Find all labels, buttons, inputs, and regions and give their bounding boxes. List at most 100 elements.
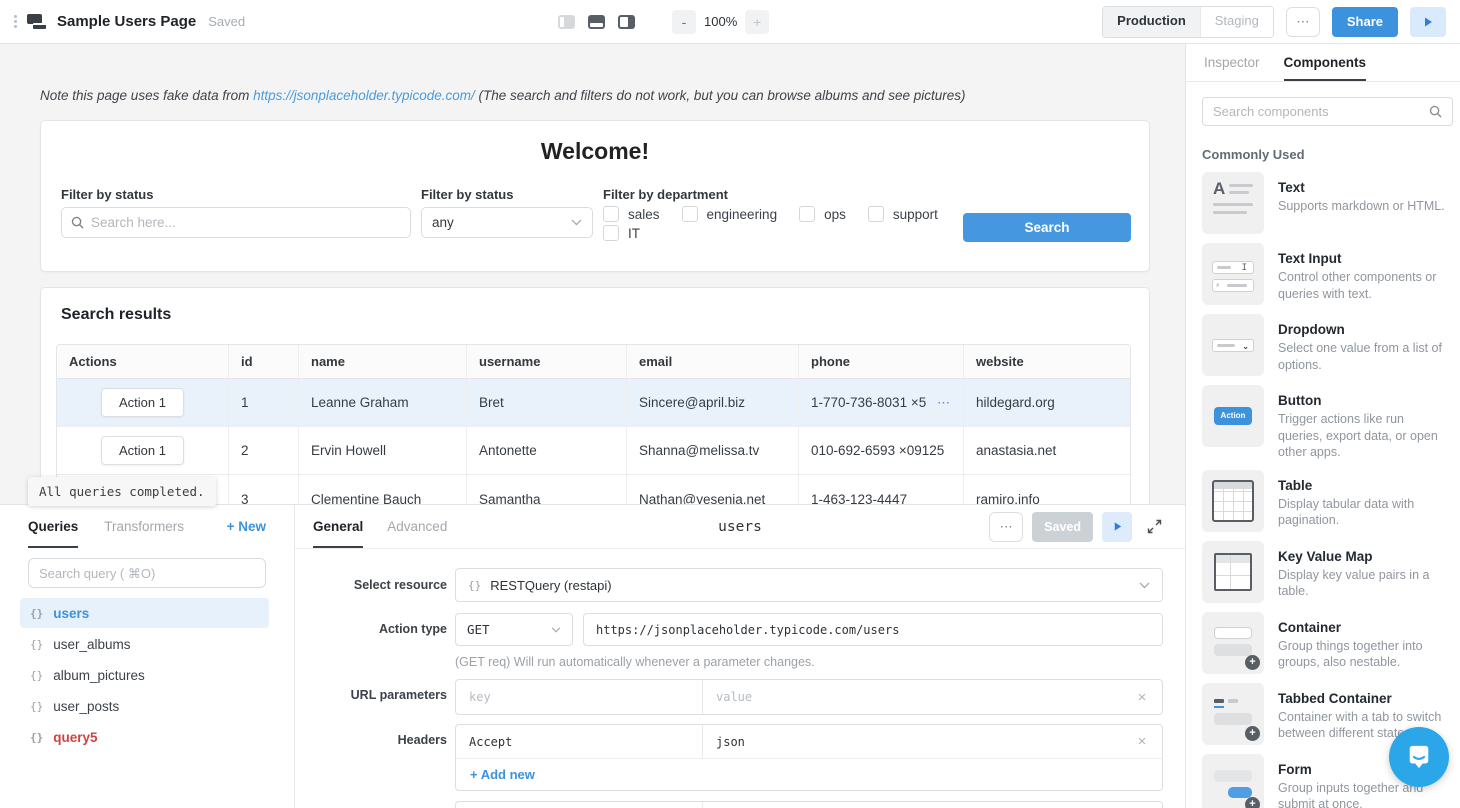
- query-item-query5[interactable]: {}query5: [20, 722, 269, 752]
- checkbox-it[interactable]: IT: [603, 225, 943, 241]
- col-name[interactable]: name: [299, 345, 467, 379]
- name-cell: Leanne Graham: [299, 379, 467, 427]
- action-1-button[interactable]: Action 1: [101, 436, 184, 465]
- header-value-input[interactable]: [703, 725, 1122, 758]
- text-input-component-icon: I ⌕: [1202, 243, 1264, 305]
- braces-icon: {}: [30, 638, 43, 651]
- env-staging-button[interactable]: Staging: [1200, 7, 1273, 37]
- run-query-button[interactable]: [1102, 512, 1132, 542]
- col-website[interactable]: website: [964, 345, 1131, 379]
- tab-components[interactable]: Components: [1284, 44, 1367, 81]
- checkbox-sales[interactable]: sales: [603, 206, 660, 222]
- query-search-input[interactable]: [28, 558, 266, 588]
- tab-advanced[interactable]: Advanced: [387, 505, 447, 548]
- component-key-value-map[interactable]: Key Value MapDisplay key value pairs in …: [1202, 541, 1450, 603]
- environment-switcher: Production Staging: [1102, 6, 1274, 38]
- drag-handle-icon[interactable]: [14, 15, 17, 28]
- chevron-down-icon: [571, 219, 582, 226]
- component-button[interactable]: Action ButtonTrigger actions like run qu…: [1202, 385, 1450, 461]
- header-key-input[interactable]: [456, 725, 703, 758]
- filter-search-input[interactable]: [61, 207, 411, 238]
- plus-badge-icon: +: [1245, 797, 1260, 808]
- component-dropdown[interactable]: ⌄ DropdownSelect one value from a list o…: [1202, 314, 1450, 376]
- component-text[interactable]: A TextSupports markdown or HTML.: [1202, 172, 1450, 234]
- website-cell: hildegard.org: [964, 379, 1131, 427]
- new-query-button[interactable]: + New: [227, 519, 266, 534]
- partial-value-input[interactable]: [703, 802, 1122, 808]
- chat-launcher-button[interactable]: [1389, 727, 1449, 787]
- query-list: {}users {}user_albums {}album_pictures {…: [20, 598, 269, 753]
- tab-general[interactable]: General: [313, 505, 363, 548]
- search-here-field[interactable]: [91, 215, 401, 230]
- query-more-button[interactable]: ⋯: [989, 512, 1023, 542]
- query-name: album_pictures: [53, 668, 145, 683]
- note-link[interactable]: https://jsonplaceholder.typicode.com/: [253, 88, 475, 103]
- status-dropdown[interactable]: any: [421, 207, 593, 238]
- checkbox-engineering[interactable]: engineering: [682, 206, 778, 222]
- search-button[interactable]: Search: [963, 213, 1131, 242]
- query-item-user-albums[interactable]: {}user_albums: [20, 629, 269, 659]
- env-production-button[interactable]: Production: [1103, 7, 1200, 37]
- partial-key-input[interactable]: [456, 802, 703, 808]
- more-options-button[interactable]: ⋯: [1286, 7, 1320, 37]
- request-url-input[interactable]: [583, 613, 1163, 646]
- component-description: Display key value pairs in a table.: [1278, 567, 1450, 600]
- query-editor: General Advanced users ⋯ Saved Select re…: [295, 505, 1185, 808]
- component-description: Select one value from a list of options.: [1278, 340, 1450, 373]
- component-search-field[interactable]: [1213, 104, 1421, 119]
- tab-inspector[interactable]: Inspector: [1204, 44, 1260, 81]
- action-type-dropdown[interactable]: GET: [455, 613, 573, 646]
- key-value-map-component-icon: [1202, 541, 1264, 603]
- email-cell: Sincere@april.biz: [627, 379, 799, 427]
- share-button[interactable]: Share: [1332, 7, 1398, 37]
- id-cell: 1: [229, 379, 299, 427]
- zoom-in-button[interactable]: +: [745, 10, 769, 34]
- table-row[interactable]: Action 1 1 Leanne Graham Bret Sincere@ap…: [57, 379, 1130, 427]
- tab-transformers[interactable]: Transformers: [104, 505, 184, 548]
- component-name: Tabbed Container: [1278, 691, 1450, 706]
- query-saved-button[interactable]: Saved: [1032, 512, 1093, 542]
- tab-queries[interactable]: Queries: [28, 505, 78, 548]
- checkbox-ops[interactable]: ops: [799, 206, 846, 222]
- button-component-icon: Action: [1202, 385, 1264, 447]
- param-value-input[interactable]: [703, 680, 1122, 714]
- play-icon: [1112, 521, 1123, 532]
- resource-dropdown[interactable]: {} RESTQuery (restapi): [455, 568, 1163, 602]
- query-editor-panel: Queries Transformers + New {}users {}use…: [0, 505, 1185, 808]
- col-actions[interactable]: Actions: [57, 345, 229, 379]
- id-cell: 2: [229, 427, 299, 475]
- bottom-panel-toggle-icon[interactable]: [588, 15, 605, 29]
- checkbox-support[interactable]: support: [868, 206, 938, 222]
- col-id[interactable]: id: [229, 345, 299, 379]
- query-search-field[interactable]: [39, 566, 255, 581]
- app-root: Sample Users Page Saved - 100% + Product…: [0, 0, 1460, 808]
- remove-param-button[interactable]: ×: [1122, 680, 1162, 714]
- add-new-header-button[interactable]: + Add new: [470, 767, 535, 782]
- query-item-users[interactable]: {}users: [20, 598, 269, 628]
- query-item-user-posts[interactable]: {}user_posts: [20, 691, 269, 721]
- col-email[interactable]: email: [627, 345, 799, 379]
- preview-play-button[interactable]: [1410, 7, 1446, 37]
- component-table[interactable]: TableDisplay tabular data with paginatio…: [1202, 470, 1450, 532]
- headers-editor: × + Add new: [455, 724, 1163, 791]
- component-search-input[interactable]: [1202, 97, 1453, 126]
- query-item-album-pictures[interactable]: {}album_pictures: [20, 660, 269, 690]
- remove-header-button[interactable]: ×: [1122, 725, 1162, 758]
- expand-editor-button[interactable]: [1141, 514, 1167, 540]
- braces-icon: {}: [30, 607, 43, 620]
- plus-badge-icon: +: [1245, 726, 1260, 741]
- action-1-button[interactable]: Action 1: [101, 388, 184, 417]
- col-username[interactable]: username: [467, 345, 627, 379]
- table-row[interactable]: Action 1 2 Ervin Howell Antonette Shanna…: [57, 427, 1130, 475]
- param-key-input[interactable]: [456, 680, 703, 714]
- zoom-out-button[interactable]: -: [672, 10, 696, 34]
- next-section-partial: [455, 801, 1163, 808]
- cell-overflow-icon[interactable]: ⋯: [937, 395, 951, 411]
- component-text-input[interactable]: I ⌕ Text InputControl other components o…: [1202, 243, 1450, 305]
- url-field[interactable]: [584, 623, 1162, 637]
- chevron-down-icon: [551, 627, 561, 633]
- left-panel-toggle-icon[interactable]: [558, 15, 575, 29]
- right-panel-toggle-icon[interactable]: [618, 15, 635, 29]
- component-container[interactable]: + ContainerGroup things together into gr…: [1202, 612, 1450, 674]
- col-phone[interactable]: phone: [799, 345, 964, 379]
